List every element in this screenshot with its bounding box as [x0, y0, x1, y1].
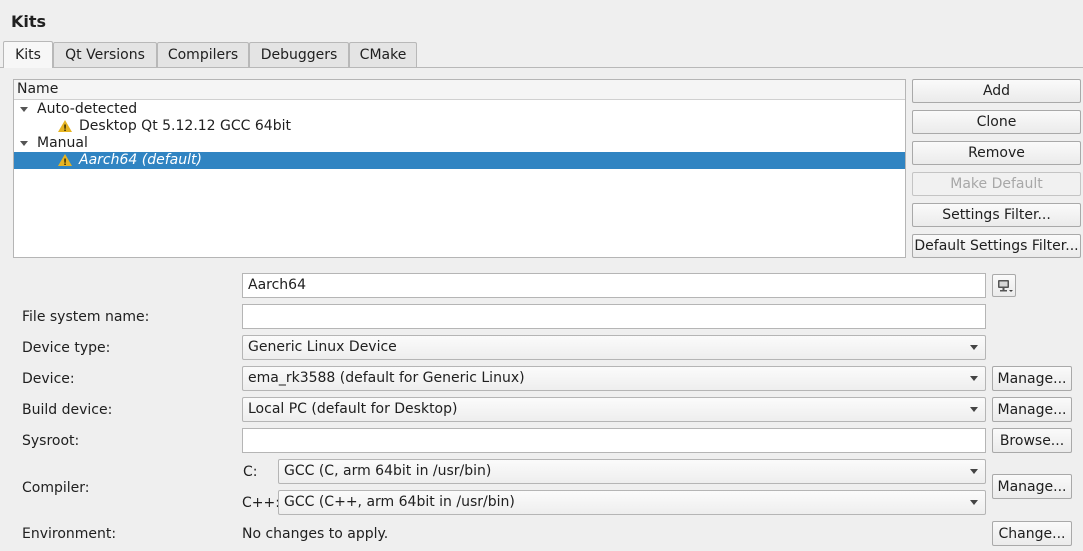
- build-device-select[interactable]: Local PC (default for Desktop): [242, 397, 986, 422]
- monitor-icon: [998, 280, 1013, 292]
- expand-arrow-icon[interactable]: [20, 141, 28, 146]
- dropdown-arrow-icon: [970, 500, 978, 505]
- compiler-cpp-select[interactable]: GCC (C++, arm 64bit in /usr/bin): [278, 490, 986, 515]
- sysroot-input[interactable]: [242, 428, 986, 453]
- page-title: Kits: [11, 12, 47, 31]
- file-system-name-input[interactable]: [242, 304, 986, 329]
- tab-debuggers[interactable]: Debuggers: [249, 42, 349, 67]
- environment-label: Environment:: [22, 526, 117, 542]
- environment-change-button[interactable]: Change...: [992, 521, 1072, 546]
- tab-kits[interactable]: Kits: [3, 41, 53, 68]
- expand-arrow-icon[interactable]: [20, 107, 28, 112]
- add-button[interactable]: Add: [912, 79, 1081, 103]
- compiler-c-select[interactable]: GCC (C, arm 64bit in /usr/bin): [278, 459, 986, 484]
- tree-item-label: Aarch64 (default): [79, 152, 202, 168]
- build-device-value: Local PC (default for Desktop): [248, 401, 458, 417]
- build-device-label: Build device:: [22, 402, 113, 418]
- tree-group-manual[interactable]: Manual: [14, 135, 905, 152]
- build-device-manage-button[interactable]: Manage...: [992, 397, 1072, 422]
- tab-qt-versions[interactable]: Qt Versions: [53, 42, 157, 67]
- settings-filter-button[interactable]: Settings Filter...: [912, 203, 1081, 227]
- device-manage-button[interactable]: Manage...: [992, 366, 1072, 391]
- device-type-label: Device type:: [22, 340, 111, 356]
- compiler-c-label: C:: [243, 464, 258, 480]
- device-label: Device:: [22, 371, 75, 387]
- sysroot-label: Sysroot:: [22, 433, 80, 449]
- kits-tree[interactable]: Name Auto-detected ! Desktop Qt 5.12.12 …: [13, 79, 906, 258]
- tree-group-auto-detected[interactable]: Auto-detected: [14, 101, 905, 118]
- default-settings-filter-button[interactable]: Default Settings Filter...: [912, 234, 1081, 258]
- dropdown-arrow-icon: [970, 376, 978, 381]
- device-type-select[interactable]: Generic Linux Device: [242, 335, 986, 360]
- device-icon-button[interactable]: [992, 274, 1016, 297]
- tree-item-aarch64[interactable]: ! Aarch64 (default): [14, 152, 905, 169]
- make-default-button[interactable]: Make Default: [912, 172, 1081, 196]
- tree-group-label: Auto-detected: [37, 101, 138, 117]
- tree-column-header[interactable]: Name: [14, 80, 905, 100]
- tab-cmake[interactable]: CMake: [349, 42, 417, 67]
- device-value: ema_rk3588 (default for Generic Linux): [248, 370, 525, 386]
- compiler-cpp-value: GCC (C++, arm 64bit in /usr/bin): [284, 494, 515, 510]
- kit-name-input[interactable]: Aarch64: [242, 273, 986, 298]
- dropdown-arrow-icon: [970, 407, 978, 412]
- clone-button[interactable]: Clone: [912, 110, 1081, 134]
- device-type-value: Generic Linux Device: [248, 339, 397, 355]
- environment-value: No changes to apply.: [242, 526, 389, 542]
- dropdown-arrow-icon: [970, 469, 978, 474]
- tab-bar-divider: [0, 67, 1083, 68]
- tree-item-label: Desktop Qt 5.12.12 GCC 64bit: [79, 118, 291, 134]
- compiler-manage-button[interactable]: Manage...: [992, 474, 1072, 499]
- sysroot-browse-button[interactable]: Browse...: [992, 428, 1072, 453]
- tree-item-desktop-qt[interactable]: ! Desktop Qt 5.12.12 GCC 64bit: [14, 118, 905, 135]
- dropdown-arrow-icon: [970, 345, 978, 350]
- remove-button[interactable]: Remove: [912, 141, 1081, 165]
- compiler-cpp-label: C++:: [242, 495, 280, 511]
- compiler-label: Compiler:: [22, 480, 90, 496]
- file-system-name-label: File system name:: [22, 309, 150, 325]
- compiler-c-value: GCC (C, arm 64bit in /usr/bin): [284, 463, 492, 479]
- tree-group-label: Manual: [37, 135, 88, 151]
- device-select[interactable]: ema_rk3588 (default for Generic Linux): [242, 366, 986, 391]
- tab-compilers[interactable]: Compilers: [157, 42, 249, 67]
